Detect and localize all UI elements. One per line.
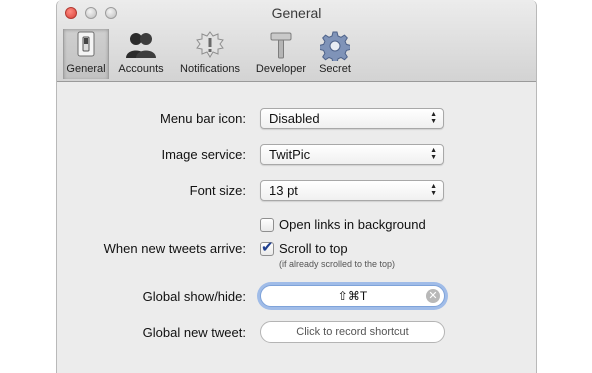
tab-secret[interactable]: Secret (313, 29, 357, 79)
tab-developer-label: Developer (255, 63, 307, 75)
global-show-hide-value: ⇧⌘T (337, 289, 368, 303)
open-links-checkbox[interactable] (260, 218, 274, 232)
tab-accounts-label: Accounts (118, 63, 164, 75)
new-tweets-label: When new tweets arrive: (103, 241, 246, 256)
scroll-to-top-hint: (if already scrolled to the top) (279, 259, 396, 269)
font-size-value: 13 pt (269, 183, 298, 198)
tab-notifications-label: Notifications (180, 63, 240, 75)
tab-general-label: General (66, 63, 106, 75)
global-show-hide-shortcut-field[interactable]: ⇧⌘T ✕ (260, 285, 445, 307)
window-title: General (271, 5, 322, 21)
font-size-row: Font size: 13 pt ▲ ▼ (57, 180, 536, 202)
people-icon (124, 31, 158, 62)
open-links-label: Open links in background (279, 217, 426, 232)
tab-developer[interactable]: Developer (251, 29, 311, 79)
tab-accounts[interactable]: Accounts (113, 29, 169, 79)
menu-bar-icon-value: Disabled (269, 111, 320, 126)
up-down-arrows-icon: ▲ ▼ (430, 111, 437, 125)
gear-icon (319, 31, 351, 64)
toolbar: General General Accounts Notifications D… (57, 0, 536, 82)
menu-bar-icon-row: Menu bar icon: Disabled ▲ ▼ (57, 108, 536, 130)
menu-bar-icon-popup[interactable]: Disabled ▲ ▼ (260, 108, 444, 129)
image-service-label: Image service: (161, 147, 246, 162)
menu-bar-icon-label: Menu bar icon: (160, 111, 246, 126)
open-links-checkbox-row[interactable]: Open links in background (260, 217, 460, 235)
font-size-popup[interactable]: 13 pt ▲ ▼ (260, 180, 444, 201)
global-new-tweet-placeholder: Click to record shortcut (296, 326, 409, 338)
global-new-tweet-label: Global new tweet: (142, 325, 246, 340)
checkmark-icon: ✔ (261, 239, 274, 256)
global-new-tweet-shortcut-field[interactable]: Click to record shortcut (260, 321, 445, 343)
up-down-arrows-icon: ▲ ▼ (430, 147, 437, 161)
scroll-to-top-label: Scroll to top (279, 241, 348, 256)
scroll-to-top-checkbox-row[interactable]: ✔ Scroll to top (260, 239, 380, 259)
image-service-popup[interactable]: TwitPic ▲ ▼ (260, 144, 444, 165)
tab-general[interactable]: General (63, 29, 109, 79)
preferences-window: General General Accounts Notifications D… (56, 0, 537, 373)
up-down-arrows-icon: ▲ ▼ (430, 183, 437, 197)
tab-notifications[interactable]: Notifications (173, 29, 247, 79)
font-size-label: Font size: (189, 183, 246, 198)
hammer-icon (268, 31, 294, 62)
global-show-hide-label: Global show/hide: (142, 289, 246, 304)
image-service-value: TwitPic (269, 147, 311, 162)
tab-secret-label: Secret (319, 63, 351, 75)
global-new-tweet-row: Global new tweet: Click to record shortc… (57, 321, 536, 343)
clear-shortcut-icon[interactable]: ✕ (426, 289, 440, 303)
global-show-hide-row: Global show/hide: ⇧⌘T ✕ (57, 285, 536, 307)
notification-badge-icon (195, 31, 225, 62)
image-service-row: Image service: TwitPic ▲ ▼ (57, 144, 536, 166)
light-switch-icon (76, 31, 96, 60)
scroll-to-top-checkbox[interactable]: ✔ (260, 239, 274, 256)
